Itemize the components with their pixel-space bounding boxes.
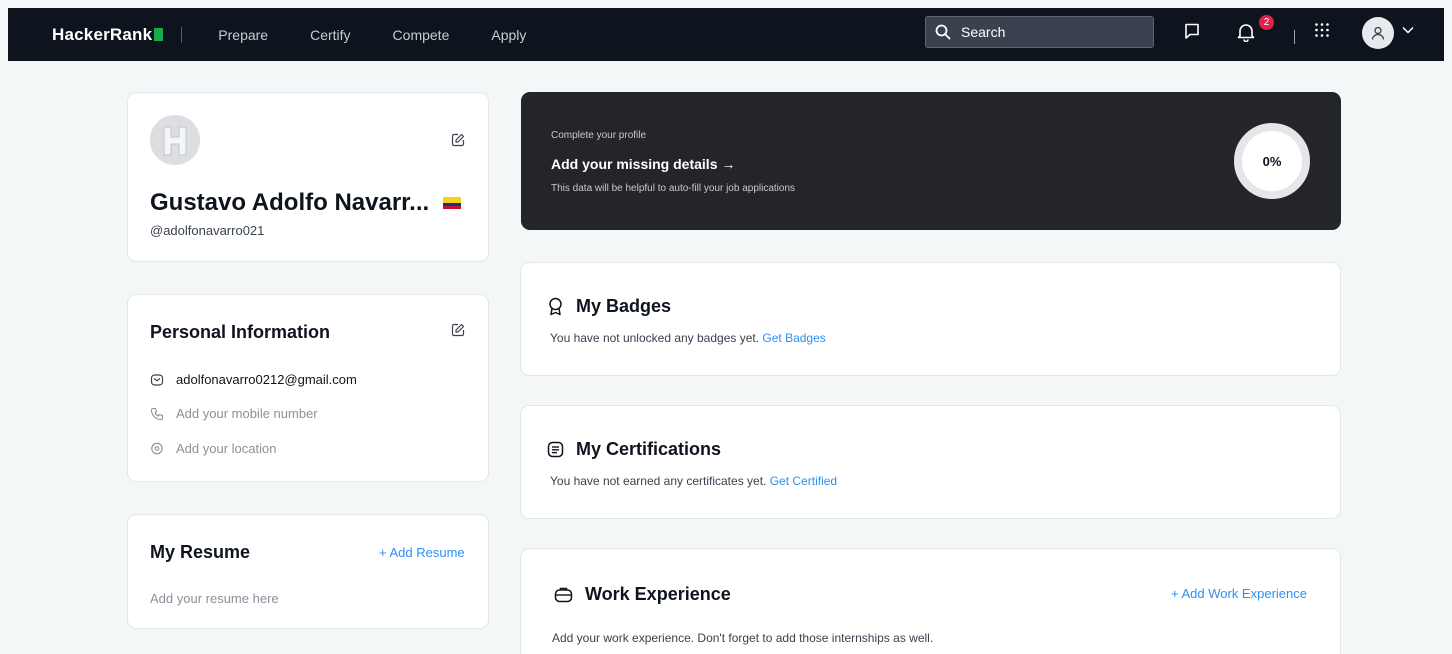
bell-icon [1237,24,1255,42]
personal-information-card: Personal Information adolfonavarro0212@g… [127,294,489,482]
top-navbar: HackerRank Prepare Certify Compete Apply… [8,8,1444,61]
edit-icon [451,133,465,147]
search-box[interactable] [925,16,1154,48]
nav-link-prepare[interactable]: Prepare [218,27,268,43]
add-work-experience-link[interactable]: + Add Work Experience [1171,586,1307,601]
mobile-placeholder: Add your mobile number [176,406,318,421]
profile-avatar[interactable] [150,115,200,165]
edit-personal-info-button[interactable] [451,323,465,342]
mobile-row[interactable]: Add your mobile number [150,406,318,421]
badges-text: You have not unlocked any badges yet. [550,331,760,345]
get-badges-link[interactable]: Get Badges [762,331,825,345]
colombia-flag-icon [443,197,462,209]
resume-placeholder: Add your resume here [150,591,279,606]
certifications-card: My Certifications You have not earned an… [520,405,1341,519]
nav-link-certify[interactable]: Certify [310,27,350,43]
certifications-heading: My Certifications [576,439,722,459]
add-missing-details-link[interactable]: Add your missing details → [551,156,735,172]
nav-divider-right [1294,30,1295,44]
badge-ribbon-icon [549,297,562,316]
search-input[interactable] [961,24,1131,40]
location-pin-icon [151,442,163,454]
user-menu-avatar[interactable] [1362,17,1394,49]
badges-heading: My Badges [576,296,672,316]
briefcase-icon [554,587,573,603]
email-value: adolfonavarro0212@gmail.com [176,372,357,387]
edit-icon [451,323,465,337]
email-row: adolfonavarro0212@gmail.com [150,372,357,387]
nav-divider [181,26,183,43]
completion-progress-ring: 0% [1234,123,1310,199]
chevron-down-icon [1402,26,1414,34]
logo-mark [154,28,164,41]
badges-empty-message: You have not unlocked any badges yet. Ge… [550,331,826,345]
profile-handle: @adolfonavarro021 [150,223,265,238]
search-icon [935,24,951,40]
location-placeholder: Add your location [176,441,277,456]
personal-information-heading: Personal Information [150,322,331,342]
badges-card: My Badges You have not unlocked any badg… [520,262,1341,376]
user-menu-toggle[interactable] [1402,26,1414,34]
certifications-title: My Certifications [547,439,721,460]
apps-grid-icon [1315,23,1329,37]
badges-title: My Badges [547,296,671,317]
work-experience-card: Work Experience + Add Work Experience Ad… [520,548,1341,654]
completion-subtitle: This data will be helpful to auto-fill y… [551,183,796,194]
messages-button[interactable] [1183,22,1201,40]
profile-completion-card: Complete your profile Add your missing d… [521,92,1341,230]
resume-card: My Resume + Add Resume Add your resume h… [127,514,489,629]
certificate-icon [547,441,564,458]
certifications-text: You have not earned any certificates yet… [550,474,767,488]
logo-text: HackerRank [52,24,153,44]
work-experience-title: Work Experience [554,584,731,605]
edit-profile-button[interactable] [451,133,465,152]
profile-name-text: Gustavo Adolfo Navarr... [150,189,430,216]
resume-heading: My Resume [150,542,251,562]
completion-percent: 0% [1262,153,1282,169]
work-experience-message: Add your work experience. Don't forget t… [552,631,934,645]
default-avatar-h-icon [150,115,200,165]
nav-link-apply[interactable]: Apply [491,27,526,43]
get-certified-link[interactable]: Get Certified [770,474,837,488]
hackerrank-logo[interactable]: HackerRank [52,24,164,45]
notification-badge: 2 [1259,15,1274,30]
work-experience-heading: Work Experience [585,584,731,604]
location-row[interactable]: Add your location [150,441,276,456]
profile-name: Gustavo Adolfo Navarr... [150,189,462,217]
profile-card: Gustavo Adolfo Navarr... @adolfonavarro0… [127,92,489,262]
nav-link-compete[interactable]: Compete [393,27,450,43]
mail-icon [150,373,164,386]
user-icon [1371,26,1385,40]
add-resume-link[interactable]: + Add Resume [379,545,465,560]
notifications-button[interactable] [1237,22,1255,42]
phone-icon [150,407,164,420]
apps-menu-button[interactable] [1314,22,1330,38]
certifications-empty-message: You have not earned any certificates yet… [550,474,837,488]
completion-eyebrow: Complete your profile [551,130,647,141]
chat-icon [1185,23,1199,39]
